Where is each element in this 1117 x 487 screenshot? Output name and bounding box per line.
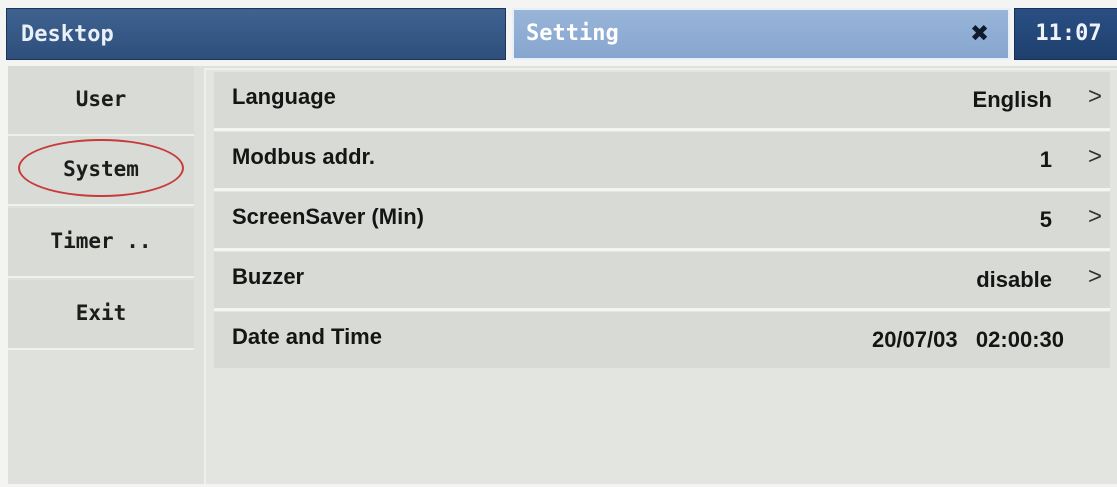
setting-label: Language — [232, 84, 336, 109]
window-title: Setting — [526, 21, 619, 46]
device-screen: Desktop Setting ✖ 11:07 User System Time… — [0, 0, 1117, 487]
sidebar: User System Timer .. Exit — [8, 66, 194, 358]
sidebar-item-label: Exit — [75, 301, 127, 325]
sidebar-item-exit[interactable]: Exit — [8, 280, 194, 350]
setting-value: disable — [976, 267, 1052, 292]
setting-row-screensaver[interactable]: ScreenSaver (Min) 5 > — [214, 192, 1110, 251]
title-bar: Desktop Setting ✖ 11:07 — [6, 8, 1117, 62]
chevron-right-icon: > — [1087, 263, 1102, 290]
chevron-right-icon: > — [1087, 143, 1102, 170]
clock: 11:07 — [1014, 8, 1117, 60]
setting-row-date-time: Date and Time 20/07/03 02:00:30 — [214, 312, 1110, 368]
setting-value: 5 — [1039, 207, 1052, 232]
setting-label: Date and Time — [232, 324, 382, 349]
setting-row-buzzer[interactable]: Buzzer disable > — [214, 252, 1110, 311]
sidebar-item-user[interactable]: User — [8, 66, 194, 136]
sidebar-item-label: System — [63, 157, 139, 181]
chevron-right-icon: > — [1087, 203, 1102, 230]
setting-row-modbus-addr[interactable]: Modbus addr. 1 > — [214, 132, 1110, 191]
settings-panel: Language English > Modbus addr. 1 > Scre… — [204, 68, 1117, 484]
sidebar-item-label: User — [75, 87, 127, 111]
close-icon[interactable]: ✖ — [966, 19, 994, 49]
window-title-bar: Setting ✖ — [512, 8, 1010, 60]
sidebar-item-label: Timer .. — [50, 229, 152, 253]
setting-value: 1 — [1039, 147, 1052, 172]
setting-label: Modbus addr. — [232, 144, 375, 169]
setting-value: 20/07/03 02:00:30 — [871, 327, 1064, 352]
setting-label: ScreenSaver (Min) — [232, 204, 424, 229]
setting-value: English — [972, 87, 1052, 112]
setting-row-language[interactable]: Language English > — [214, 72, 1110, 131]
body-area: User System Timer .. Exit Language Engli… — [8, 66, 1117, 484]
chevron-right-icon: > — [1087, 83, 1102, 110]
desktop-tab[interactable]: Desktop — [6, 8, 506, 60]
sidebar-item-system[interactable]: System — [8, 136, 194, 206]
setting-label: Buzzer — [232, 264, 305, 289]
sidebar-item-timer[interactable]: Timer .. — [8, 208, 194, 278]
